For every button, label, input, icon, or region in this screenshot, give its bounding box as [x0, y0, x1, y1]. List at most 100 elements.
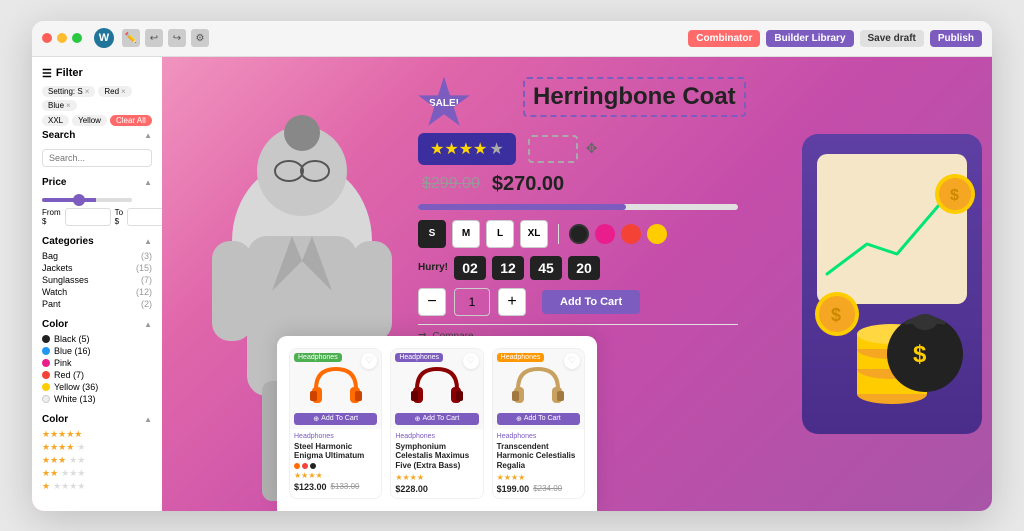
card-image-area: Headphones ♡ ⊕Add To Cart [391, 349, 482, 429]
money-panel: $ $ [792, 57, 992, 511]
card-color-dots [294, 463, 377, 469]
card-price-current: $199.00 [497, 484, 530, 494]
qty-increase-button[interactable]: + [498, 288, 526, 316]
card-price: $228.00 [395, 484, 478, 494]
progress-bar-fill [418, 204, 626, 210]
card-wishlist-icon[interactable]: ♡ [463, 353, 479, 369]
settings-icon[interactable]: ⚙ [191, 29, 209, 47]
list-item[interactable]: Pant(2) [42, 299, 152, 309]
card-add-to-cart-button[interactable]: ⊕Add To Cart [497, 413, 580, 425]
sidebar: ☰ Filter Setting: S × Red × Blue × XXL Y… [32, 57, 162, 511]
list-item[interactable]: ★★★★★ [42, 481, 152, 492]
clear-all-button[interactable]: Clear All [110, 115, 152, 126]
card-add-to-cart-button[interactable]: ⊕Add To Cart [395, 413, 478, 425]
countdown-hours: 12 [492, 256, 524, 280]
color-swatch-yellow[interactable] [647, 224, 667, 244]
list-item[interactable]: White (13) [42, 394, 152, 404]
nav-icons: ✏️ ↩ ↪ ⚙ [122, 29, 209, 47]
list-item[interactable]: Pink [42, 358, 152, 368]
countdown-days: 02 [454, 256, 486, 280]
headphone-illustration [306, 359, 366, 419]
dot-minimize[interactable] [57, 33, 67, 43]
rating-arrow: ▲ [144, 415, 152, 424]
product-card: Headphones ♡ ⊕Add To Cart [390, 348, 483, 499]
product-card: Headphones ♡ ⊕Add To Cart [492, 348, 585, 499]
search-section: Search ▲ [42, 130, 152, 167]
combinator-button[interactable]: Combinator [688, 30, 760, 47]
qty-decrease-button[interactable]: − [418, 288, 446, 316]
size-btn-xl[interactable]: XL [520, 220, 548, 248]
list-item[interactable]: Blue (16) [42, 346, 152, 356]
progress-bar-bg [418, 204, 738, 210]
card-name: Symphonium Celestalis Maximus Five (Extr… [395, 442, 478, 471]
to-label: To $ [115, 208, 123, 226]
undo-icon[interactable]: ↩ [145, 29, 163, 47]
card-price: $199.00 $234.00 [497, 484, 580, 494]
edit-icon[interactable]: ✏️ [122, 29, 140, 47]
list-item[interactable]: ★★★★★ [42, 429, 152, 440]
price-original: $299.00 [422, 175, 480, 193]
filter-tag-blue[interactable]: Blue × [42, 100, 77, 111]
rating-section: Color ▲ ★★★★★ ★★★★★ ★★★★★ ★★★★★ ★★★★★ [42, 414, 152, 492]
card-wishlist-icon[interactable]: ♡ [564, 353, 580, 369]
wordpress-icon[interactable]: W [94, 28, 114, 48]
card-price-current: $123.00 [294, 482, 327, 492]
list-item[interactable]: Sunglasses(7) [42, 275, 152, 285]
price-range: From $ To $ [42, 208, 152, 226]
search-label: Search ▲ [42, 130, 152, 141]
save-draft-button[interactable]: Save draft [860, 30, 924, 47]
rating-box: ★★★★★ [418, 133, 516, 165]
search-input[interactable] [42, 149, 152, 167]
filter-tag-red[interactable]: Red × [98, 86, 131, 97]
list-item[interactable]: ★★★★★ [42, 468, 152, 479]
card-category: Headphones [294, 433, 377, 440]
builder-library-button[interactable]: Builder Library [766, 30, 853, 47]
price-slider[interactable] [42, 198, 132, 202]
card-badge: Headphones [294, 353, 342, 362]
price-to-input[interactable] [127, 208, 162, 226]
size-btn-m[interactable]: M [452, 220, 480, 248]
money-illustration-svg: $ $ [807, 144, 977, 424]
filter-tags: Setting: S × Red × Blue × [42, 86, 152, 111]
color-swatch-pink[interactable] [595, 224, 615, 244]
from-label: From $ [42, 208, 61, 226]
browser-dots [42, 33, 82, 43]
card-badge: Headphones [395, 353, 443, 362]
list-item[interactable]: Yellow (36) [42, 382, 152, 392]
filter-tag-yellow[interactable]: Yellow [72, 115, 107, 126]
categories-arrow: ▲ [144, 237, 152, 246]
card-wishlist-icon[interactable]: ♡ [361, 353, 377, 369]
rating-row: ★★★★★ ✥ [418, 133, 756, 165]
filter-icon: ☰ [42, 67, 52, 80]
dot-close[interactable] [42, 33, 52, 43]
price-from-input[interactable] [65, 208, 111, 226]
list-item[interactable]: Jackets(15) [42, 263, 152, 273]
size-btn-l[interactable]: L [486, 220, 514, 248]
color-label: Color ▲ [42, 319, 152, 330]
publish-button[interactable]: Publish [930, 30, 982, 47]
list-item[interactable]: Bag(3) [42, 251, 152, 261]
list-item[interactable]: Red (7) [42, 370, 152, 380]
filter-tag-setting[interactable]: Setting: S × [42, 86, 95, 97]
color-swatch-black[interactable] [569, 224, 589, 244]
product-cards-panel: Headphones ♡ ⊕Add To Cart [277, 336, 597, 511]
card-add-to-cart-button[interactable]: ⊕Add To Cart [294, 413, 377, 425]
headphone-illustration [508, 359, 568, 419]
list-item[interactable]: Watch(12) [42, 287, 152, 297]
redo-icon[interactable]: ↪ [168, 29, 186, 47]
size-btn-s[interactable]: S [418, 220, 446, 248]
add-to-cart-button[interactable]: Add To Cart [542, 290, 640, 314]
qty-row: − 1 + Add To Cart [418, 288, 756, 316]
list-item[interactable]: ★★★★★ [42, 455, 152, 466]
svg-text:$: $ [831, 305, 841, 325]
price-arrow: ▲ [144, 178, 152, 187]
list-item[interactable]: ★★★★★ [42, 442, 152, 453]
filter-tag-xxl[interactable]: XXL [42, 115, 69, 126]
toolbar-right: Combinator Builder Library Save draft Pu… [688, 30, 982, 47]
color-dot [302, 463, 308, 469]
dot-maximize[interactable] [72, 33, 82, 43]
search-arrow: ▲ [144, 131, 152, 140]
color-swatch-red[interactable] [621, 224, 641, 244]
list-item[interactable]: Black (5) [42, 334, 152, 344]
stars-filled: ★★★★ [430, 139, 487, 159]
